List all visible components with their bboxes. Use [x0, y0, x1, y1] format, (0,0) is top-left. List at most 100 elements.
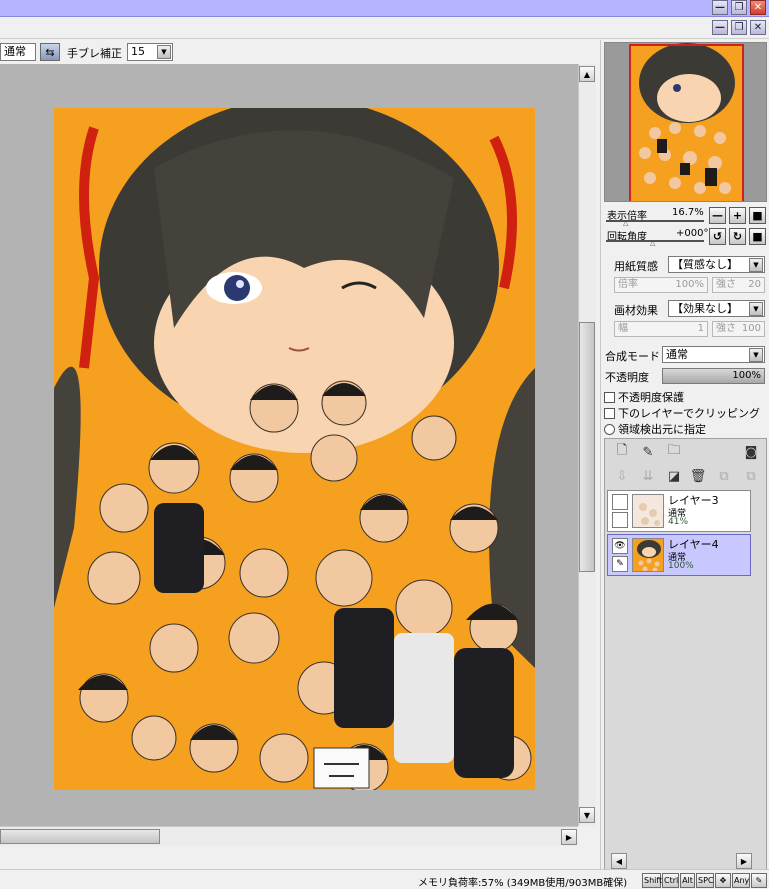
delete-layer-button[interactable]: 🗑	[689, 467, 707, 485]
layer-scroll-left-button[interactable]: ◀	[611, 853, 627, 869]
layer-visibility-toggle[interactable]: 👁	[612, 538, 628, 554]
arrow-right-icon: ▶	[740, 856, 748, 866]
circle-icon: ◙	[744, 444, 758, 460]
stack-icon: ⧉	[719, 468, 729, 484]
clipping-checkbox[interactable]: 下のレイヤーでクリッピング	[604, 405, 760, 421]
layer-thumbnail	[632, 494, 664, 528]
layer-blend-value: 通常	[666, 348, 688, 361]
checkbox-icon	[604, 407, 615, 419]
arrow-left-icon: ◀	[615, 856, 623, 866]
doc-minimize-button[interactable]: —	[712, 20, 728, 35]
merge-icon: ⇊	[642, 468, 654, 484]
new-vector-layer-button[interactable]: ✎	[639, 443, 657, 461]
selection-source-radio[interactable]: 領域検出元に指定	[604, 421, 706, 437]
chevron-down-icon: ▼	[749, 258, 763, 272]
transfer-down-button[interactable]: ⇩	[613, 467, 631, 485]
stabilizer-value: 15	[131, 45, 145, 58]
maximize-button[interactable]: ❐	[731, 0, 747, 15]
rotate-left-icon: ↺	[712, 230, 723, 243]
pen-icon[interactable]: ✎	[751, 873, 767, 888]
trash-icon: 🗑	[689, 468, 707, 484]
zoom-reset-button[interactable]: ■	[749, 207, 766, 224]
ctrl-key[interactable]: Ctrl	[662, 873, 679, 888]
navigator-thumbnail	[605, 43, 766, 201]
zoom-slider[interactable]	[606, 220, 704, 222]
zoom-out-button[interactable]: —	[709, 207, 726, 224]
eye-icon: 👁	[614, 541, 626, 551]
space-key[interactable]: SPC	[696, 873, 714, 888]
close-button[interactable]: ✕	[750, 0, 766, 15]
minimize-button[interactable]: —	[712, 0, 728, 15]
tool-options-bar: 通常 ⇆ 手ブレ補正 15 ▼	[0, 40, 600, 64]
zoom-slider-handle-icon[interactable]: △	[623, 219, 628, 227]
scroll-right-button[interactable]: ▶	[561, 829, 577, 845]
stabilizer-label: 手ブレ補正	[67, 47, 122, 60]
layer-thumbnail-image	[633, 495, 663, 527]
paper-texture-select[interactable]: 【質感なし】 ▼	[668, 256, 765, 273]
rotate-slider-handle-icon[interactable]: △	[650, 239, 655, 247]
scroll-up-button[interactable]: ▲	[579, 66, 595, 82]
layer-thumbnail-image	[633, 539, 663, 571]
arrow-right-icon: ▶	[565, 832, 573, 842]
radio-icon	[604, 423, 615, 435]
artwork-illustration	[54, 108, 535, 790]
restore-icon: ❐	[734, 22, 744, 33]
effect-width-field: 幅1	[614, 321, 708, 337]
stack-icon: ⧉	[746, 468, 756, 484]
clear-layer-button[interactable]: ◪	[665, 467, 683, 485]
effect-strength-field: 強さ 100	[712, 321, 765, 337]
layer-row-active[interactable]: 👁 ✎ レイヤー4 通常 100%	[607, 534, 751, 576]
rotate-cw-button[interactable]: ↻	[729, 228, 746, 245]
doc-restore-button[interactable]: ❐	[731, 20, 747, 35]
stabilizer-select[interactable]: 15 ▼	[127, 43, 173, 61]
restore-icon: ❐	[734, 2, 744, 13]
zoom-value: 16.7%	[672, 207, 704, 218]
layer-edit-toggle[interactable]: ✎	[612, 556, 628, 572]
doc-close-button[interactable]: ✕	[750, 20, 766, 35]
menu-strip: — ❐ ✕	[0, 17, 769, 39]
merge-visible-button[interactable]: ⧉	[715, 467, 733, 485]
layer-scroll-right-button[interactable]: ▶	[736, 853, 752, 869]
swap-icon: ⇆	[45, 45, 55, 59]
arrow-down-icon: ▼	[583, 810, 591, 820]
opacity-slider[interactable]: 100%	[662, 368, 765, 384]
new-folder-button[interactable]: 🗀	[665, 443, 683, 461]
any-key[interactable]: Any	[732, 873, 750, 888]
layer-opacity: 41%	[668, 517, 689, 527]
layer-blend-select[interactable]: 通常 ▼	[662, 346, 765, 363]
swap-button[interactable]: ⇆	[40, 43, 60, 61]
chevron-down-icon: ▼	[749, 302, 763, 316]
shift-key[interactable]: Shift	[642, 873, 662, 888]
brush-blend-select[interactable]: 通常	[0, 43, 36, 61]
arrow-up-icon: ▲	[583, 69, 591, 79]
paper-texture-label: 用紙質感	[614, 260, 658, 273]
square-icon: ■	[752, 209, 763, 222]
layer-lock-toggle[interactable]	[612, 512, 628, 528]
alt-key[interactable]: Alt	[680, 873, 695, 888]
artwork-canvas[interactable]	[54, 108, 535, 790]
protect-alpha-checkbox[interactable]: 不透明度保護	[604, 389, 684, 405]
navigator-preview[interactable]	[604, 42, 767, 202]
rotate-ccw-button[interactable]: ↺	[709, 228, 726, 245]
layer-row[interactable]: レイヤー3 通常 41%	[607, 490, 751, 532]
brush-effect-select[interactable]: 【効果なし】 ▼	[668, 300, 765, 317]
folder-icon: 🗀	[667, 443, 681, 458]
vertical-scroll-thumb[interactable]	[579, 322, 595, 572]
paper-texture-value: 【質感なし】	[672, 258, 738, 271]
minimize-icon: —	[715, 2, 725, 13]
zoom-in-button[interactable]: +	[729, 207, 746, 224]
scroll-down-button[interactable]: ▼	[579, 807, 595, 823]
close-icon: ✕	[753, 22, 763, 33]
merge-down-button[interactable]: ⇊	[639, 467, 657, 485]
pencil-icon: ✎	[616, 559, 624, 569]
layer-thumbnail	[632, 538, 664, 572]
page-icon: 🗋	[616, 443, 628, 458]
layer-visibility-toggle[interactable]	[612, 494, 628, 510]
layer-mask-button[interactable]: ◙	[742, 443, 760, 461]
rotate-reset-button[interactable]: ■	[749, 228, 766, 245]
new-layer-button[interactable]: 🗋	[613, 443, 631, 461]
merge-all-button[interactable]: ⧉	[742, 467, 760, 485]
title-bar: — ❐ ✕	[0, 0, 769, 17]
horizontal-scroll-thumb[interactable]	[0, 829, 160, 844]
move-icon[interactable]: ✥	[715, 873, 731, 888]
